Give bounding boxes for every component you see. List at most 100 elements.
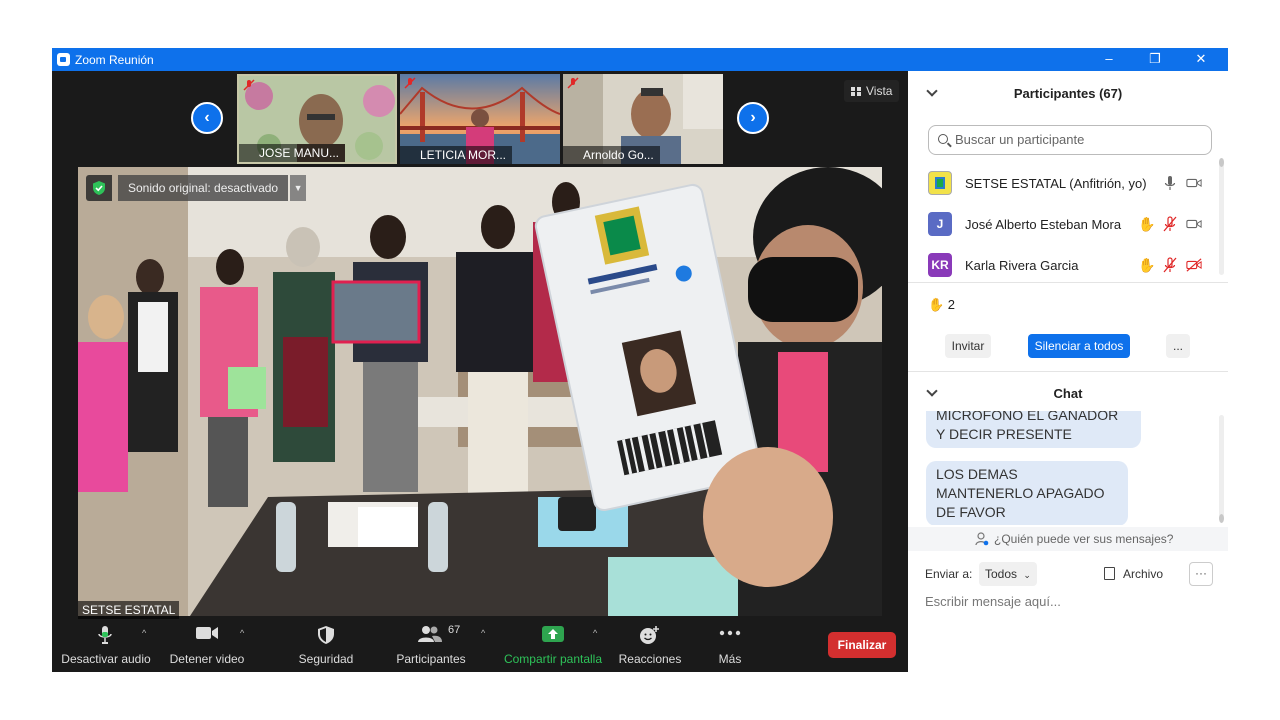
microphone-icon[interactable] <box>1162 175 1178 191</box>
raised-hand-icon: ✋ <box>1138 257 1156 273</box>
mute-audio-button[interactable]: ^ Desactivar audio <box>60 616 152 672</box>
chat-more-button[interactable]: ··· <box>1189 562 1213 586</box>
participants-scroll-handle[interactable] <box>1219 158 1224 167</box>
chevron-down-icon: ⌄ <box>1023 570 1031 580</box>
chat-message: MICROFONO EL GANADOR Y DECIR PRESENTE <box>926 411 1141 448</box>
zoom-app-icon <box>57 53 70 66</box>
original-sound-dropdown-icon[interactable]: ▼ <box>290 175 307 201</box>
zoom-window: Zoom Reunión – ❐ ✕ ‹ JOSE MANU... LETICI… <box>52 48 1228 672</box>
mic-muted-icon <box>404 77 416 89</box>
microphone-icon <box>98 626 112 644</box>
participants-header: Participantes (67) <box>908 71 1228 117</box>
gallery-next-button[interactable]: › <box>737 102 769 134</box>
maximize-button[interactable]: ❐ <box>1132 48 1178 71</box>
speaker-name-label: SETSE ESTATAL <box>78 601 180 619</box>
raised-hand-icon: ✋ <box>1138 216 1156 232</box>
send-to-dropdown[interactable]: Todos ⌄ <box>979 562 1037 586</box>
mute-audio-label: Desactivar audio <box>61 652 151 666</box>
security-button[interactable]: Seguridad <box>292 616 360 672</box>
file-label: Archivo <box>1123 567 1164 581</box>
divider <box>908 371 1228 372</box>
who-can-see-label: ¿Quién puede ver sus mensajes? <box>994 532 1174 546</box>
chat-message-input[interactable]: Escribir mensaje aquí... <box>925 594 1061 609</box>
who-can-see-link[interactable]: ¿Quién puede ver sus mensajes? <box>908 527 1228 551</box>
chat-scrollbar[interactable] <box>1219 415 1224 519</box>
participant-search-input[interactable]: Buscar un participante <box>928 125 1212 155</box>
file-icon <box>1104 567 1115 580</box>
participants-scrollbar[interactable] <box>1219 158 1224 275</box>
participants-button[interactable]: 67 ^ Participantes <box>392 616 485 672</box>
reactions-button[interactable]: Reacciones <box>618 616 682 672</box>
original-sound-control[interactable]: Sonido original: desactivado ▼ <box>86 175 307 201</box>
mic-muted-icon <box>567 77 579 89</box>
send-to-row: Enviar a: Todos ⌄ Archivo ··· <box>908 561 1228 587</box>
video-camera-icon[interactable] <box>1186 216 1202 232</box>
grid-icon <box>851 87 861 96</box>
video-off-icon[interactable] <box>1186 257 1202 273</box>
participant-name: Karla Rivera Garcia <box>965 258 1079 273</box>
mic-muted-icon[interactable] <box>1162 216 1178 232</box>
chat-message: LOS DEMAS MANTENERLO APAGADO DE FAVOR <box>926 461 1128 525</box>
share-options-chevron-icon[interactable]: ^ <box>593 628 597 638</box>
reactions-smiley-icon <box>640 626 659 644</box>
encryption-shield-icon <box>86 175 112 201</box>
mic-muted-icon <box>243 79 255 91</box>
person-eye-icon <box>975 532 989 546</box>
window-title: Zoom Reunión <box>75 53 154 67</box>
stop-video-label: Detener video <box>169 652 245 666</box>
participants-more-button[interactable]: ... <box>1166 334 1190 358</box>
participants-list: SETSE ESTATAL (Anfitrión, yo) J José Alb… <box>908 163 1228 283</box>
close-button[interactable]: ✕ <box>1178 48 1224 71</box>
mic-muted-icon[interactable] <box>1162 257 1178 273</box>
participant-thumbnail[interactable]: JOSE MANU... <box>237 74 397 164</box>
file-button[interactable]: Archivo <box>1104 561 1163 587</box>
search-placeholder: Buscar un participante <box>955 132 1085 147</box>
avatar: KR <box>928 253 952 277</box>
avatar <box>928 171 952 195</box>
reactions-label: Reacciones <box>618 652 682 666</box>
participant-row[interactable]: J José Alberto Esteban Mora ✋ <box>908 204 1218 244</box>
original-sound-label[interactable]: Sonido original: desactivado <box>118 175 289 201</box>
mute-all-button[interactable]: Silenciar a todos <box>1028 334 1130 358</box>
minimize-button[interactable]: – <box>1086 48 1132 71</box>
more-label: Más <box>718 652 742 666</box>
meeting-toolbar: ^ Desactivar audio ^ Detener video Segur… <box>52 616 908 672</box>
chat-messages: MICROFONO EL GANADOR Y DECIR PRESENTE LO… <box>908 411 1228 525</box>
participants-title: Participantes (67) <box>1013 86 1123 101</box>
share-screen-icon <box>542 626 564 642</box>
video-camera-icon[interactable] <box>1186 175 1202 191</box>
send-to-value: Todos <box>985 567 1018 581</box>
participant-row[interactable]: KR Karla Rivera Garcia ✋ <box>908 245 1218 285</box>
participant-name: SETSE ESTATAL (Anfitrión, yo) <box>965 176 1147 191</box>
side-panel: Participantes (67) Buscar un participant… <box>908 71 1228 672</box>
title-bar: Zoom Reunión – ❐ ✕ <box>52 48 1228 71</box>
participants-label: Participantes <box>396 652 466 666</box>
participant-name: José Alberto Esteban Mora <box>965 217 1122 232</box>
invite-button[interactable]: Invitar <box>945 334 991 358</box>
security-shield-icon <box>318 626 334 644</box>
share-screen-button[interactable]: ^ Compartir pantalla <box>502 616 604 672</box>
more-dots-icon <box>719 630 741 636</box>
participants-count: 67 <box>448 624 461 636</box>
gallery-prev-button[interactable]: ‹ <box>191 102 223 134</box>
active-speaker-video[interactable]: Sonido original: desactivado ▼ SETSE EST… <box>78 167 882 619</box>
chat-title: Chat <box>1053 386 1083 401</box>
raised-hands-count: ✋ 2 <box>928 297 956 312</box>
search-icon <box>938 134 948 144</box>
view-button[interactable]: Vista <box>844 80 900 102</box>
video-camera-icon <box>196 627 218 639</box>
end-meeting-button[interactable]: Finalizar <box>828 632 896 658</box>
divider <box>908 282 1228 283</box>
view-label: Vista <box>866 84 893 98</box>
more-button[interactable]: Más <box>708 616 752 672</box>
participant-thumbnail[interactable]: LETICIA MOR... <box>400 74 560 164</box>
participants-options-chevron-icon[interactable]: ^ <box>481 628 485 638</box>
video-options-chevron-icon[interactable]: ^ <box>240 628 244 638</box>
stop-video-button[interactable]: ^ Detener video <box>164 616 250 672</box>
chat-scroll-handle[interactable] <box>1219 514 1224 523</box>
participant-thumbnail[interactable]: Arnoldo Go... <box>563 74 723 164</box>
participant-name: Arnoldo Go... <box>563 146 660 164</box>
audio-options-chevron-icon[interactable]: ^ <box>142 628 146 638</box>
share-screen-label: Compartir pantalla <box>503 652 603 666</box>
participant-row[interactable]: SETSE ESTATAL (Anfitrión, yo) <box>908 163 1218 203</box>
